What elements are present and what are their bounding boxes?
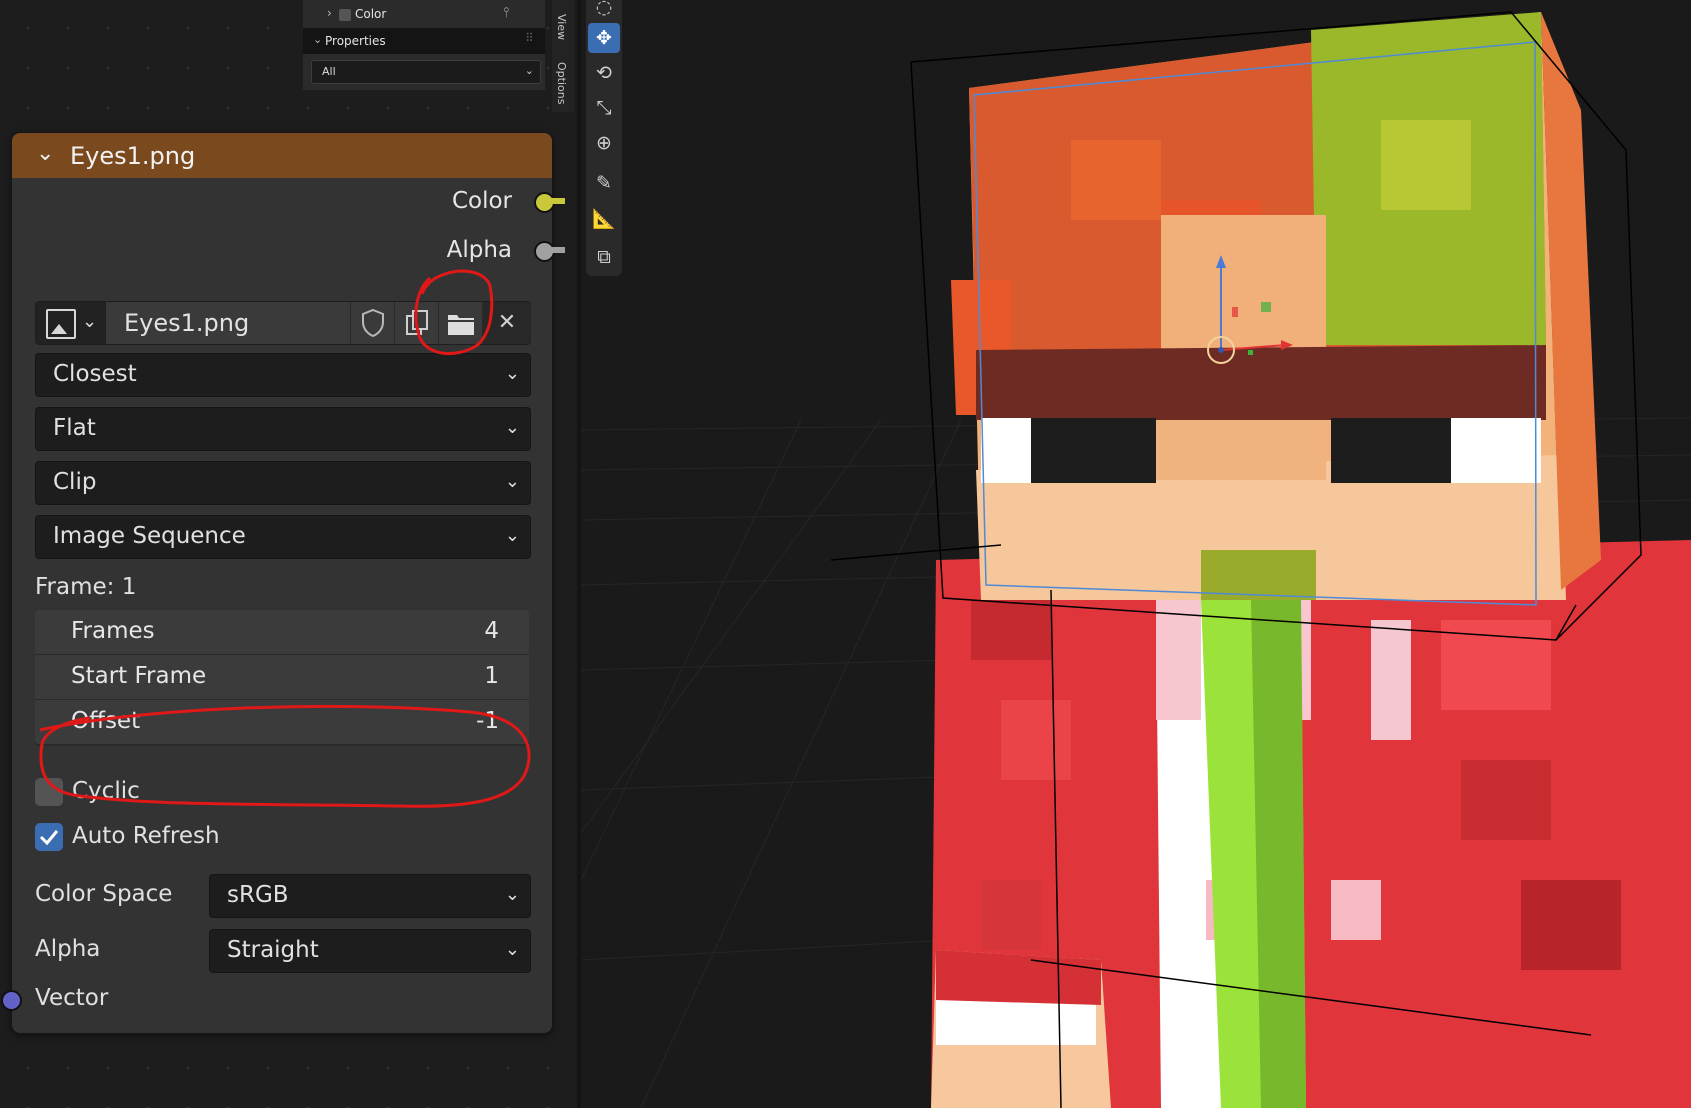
duplicate-icon — [406, 310, 428, 335]
tab-view[interactable]: View — [555, 14, 568, 40]
add-cube-tool-button[interactable]: ⧉ — [588, 242, 620, 272]
chevron-down-icon: ⌄ — [504, 471, 520, 492]
drag-grip-icon[interactable]: ⠿ — [525, 31, 534, 45]
chevron-down-icon: ⌄ — [504, 417, 520, 438]
frames-field[interactable]: Frames 4 — [35, 610, 529, 654]
alpha-link-stub — [551, 247, 565, 253]
open-image-button[interactable] — [438, 302, 483, 344]
color-space-label: Color Space — [35, 881, 173, 907]
chevron-down-icon: ⌄ — [82, 311, 98, 332]
image-selector: ⌄ Eyes1.png ✕ — [35, 301, 531, 345]
tab-options[interactable]: Options — [555, 62, 568, 104]
transform-icon: ⊕ — [596, 132, 612, 154]
color-swatch — [339, 9, 351, 21]
color-space-value: sRGB — [227, 882, 289, 908]
alpha-mode-value: Straight — [227, 937, 319, 963]
chevron-down-icon: ⌄ — [504, 939, 520, 960]
sidebar-tabs: View Options — [552, 0, 574, 112]
properties-panel-header[interactable]: ⌄ Properties ⠿ — [303, 28, 545, 54]
cursor-tool-button[interactable]: ◌ — [588, 0, 620, 22]
offset-field[interactable]: Offset -1 — [35, 700, 529, 744]
scale-tool-button[interactable]: ⤡ — [588, 93, 620, 123]
start-frame-field[interactable]: Start Frame 1 — [35, 655, 529, 699]
sidebar-panel: › Color ⫯ ⌄ Properties ⠿ All ⌄ — [303, 0, 545, 90]
properties-filter-select[interactable]: All ⌄ — [311, 60, 541, 84]
offset-value: -1 — [476, 708, 499, 734]
rotate-icon: ⟲ — [596, 62, 612, 84]
start-frame-label: Start Frame — [71, 663, 207, 689]
annotate-icon: ✎ — [596, 172, 612, 194]
scene-render — [581, 11, 1691, 1108]
shield-icon — [362, 308, 384, 338]
chevron-down-icon: ⌄ — [504, 525, 520, 546]
character-body — [931, 540, 1691, 1108]
start-frame-value: 1 — [484, 663, 499, 689]
output-alpha-label: Alpha — [446, 237, 512, 263]
cursor-icon: ◌ — [595, 0, 613, 18]
color-panel-row[interactable]: › Color ⫯ — [303, 2, 545, 26]
move-icon: ✥ — [596, 27, 612, 49]
vector-input-socket[interactable] — [1, 990, 22, 1011]
color-space-dropdown[interactable]: sRGB ⌄ — [209, 874, 531, 918]
color-link-stub — [551, 198, 565, 204]
unlink-image-button[interactable]: ✕ — [482, 302, 531, 344]
node-header[interactable]: ⌄ Eyes1.png — [12, 133, 552, 178]
measure-tool-button[interactable]: 📐 — [588, 204, 620, 234]
3d-viewport[interactable]: ◌ ✥ ⟲ ⤡ ⊕ ✎ 📐 ⧉ — [581, 0, 1691, 1108]
add-cube-icon: ⧉ — [597, 246, 611, 268]
source-value: Image Sequence — [53, 523, 246, 549]
folder-icon — [448, 315, 474, 335]
sliders-icon[interactable]: ⫯ — [503, 5, 509, 21]
projection-value: Flat — [53, 415, 96, 441]
auto-refresh-checkbox[interactable] — [35, 823, 63, 851]
image-name-field[interactable]: Eyes1.png — [106, 302, 350, 344]
extension-value: Clip — [53, 469, 97, 495]
properties-panel-label: Properties — [325, 34, 386, 48]
output-color-label: Color — [451, 188, 512, 214]
transform-tool-button[interactable]: ⊕ — [588, 128, 620, 158]
scale-icon: ⤡ — [596, 97, 612, 119]
color-panel-label: Color — [355, 7, 387, 21]
frame-settings-group: Frames 4 Start Frame 1 Offset -1 — [35, 610, 529, 746]
close-icon: ✕ — [497, 310, 517, 335]
annotate-tool-button[interactable]: ✎ — [588, 168, 620, 198]
alpha-mode-dropdown[interactable]: Straight ⌄ — [209, 929, 531, 973]
properties-filter-value: All — [322, 65, 336, 78]
node-title: Eyes1.png — [70, 142, 196, 170]
measure-icon: 📐 — [592, 208, 616, 230]
source-dropdown[interactable]: Image Sequence ⌄ — [35, 515, 531, 559]
chevron-right-icon[interactable]: › — [327, 6, 332, 20]
character-head — [951, 12, 1601, 600]
image-icon — [46, 309, 76, 339]
checkmark-icon — [39, 830, 59, 846]
offset-label: Offset — [71, 708, 141, 734]
frame-label: Frame: 1 — [35, 574, 137, 600]
cyclic-checkbox[interactable] — [35, 778, 63, 806]
projection-dropdown[interactable]: Flat ⌄ — [35, 407, 531, 451]
chevron-down-icon: ⌄ — [504, 363, 520, 384]
rotate-tool-button[interactable]: ⟲ — [588, 58, 620, 88]
frames-value: 4 — [484, 618, 499, 644]
image-texture-node[interactable]: ⌄ Eyes1.png Color Alpha ⌄ Eyes1.png ✕ Cl… — [1, 133, 565, 1033]
extension-dropdown[interactable]: Clip ⌄ — [35, 461, 531, 505]
duplicate-image-button[interactable] — [394, 302, 439, 344]
interpolation-value: Closest — [53, 361, 137, 387]
node-editor[interactable]: › Color ⫯ ⌄ Properties ⠿ All ⌄ View Opti… — [0, 0, 577, 1108]
move-tool-button[interactable]: ✥ — [588, 23, 620, 53]
auto-refresh-label: Auto Refresh — [72, 823, 220, 849]
fake-user-shield-button[interactable] — [350, 302, 395, 344]
chevron-down-icon: ⌄ — [524, 64, 534, 77]
chevron-down-icon: ⌄ — [504, 884, 520, 905]
image-name-text: Eyes1.png — [124, 309, 250, 337]
interpolation-dropdown[interactable]: Closest ⌄ — [35, 353, 531, 397]
viewport-toolbar: ◌ ✥ ⟲ ⤡ ⊕ ✎ 📐 ⧉ — [586, 0, 622, 276]
cyclic-label: Cyclic — [72, 778, 140, 804]
vector-input-label: Vector — [35, 985, 109, 1011]
image-browse-button[interactable]: ⌄ — [36, 302, 106, 344]
chevron-down-icon[interactable]: ⌄ — [313, 33, 322, 46]
alpha-mode-label: Alpha — [35, 936, 101, 962]
frames-label: Frames — [71, 618, 155, 644]
collapse-chevron-icon[interactable]: ⌄ — [36, 141, 54, 166]
